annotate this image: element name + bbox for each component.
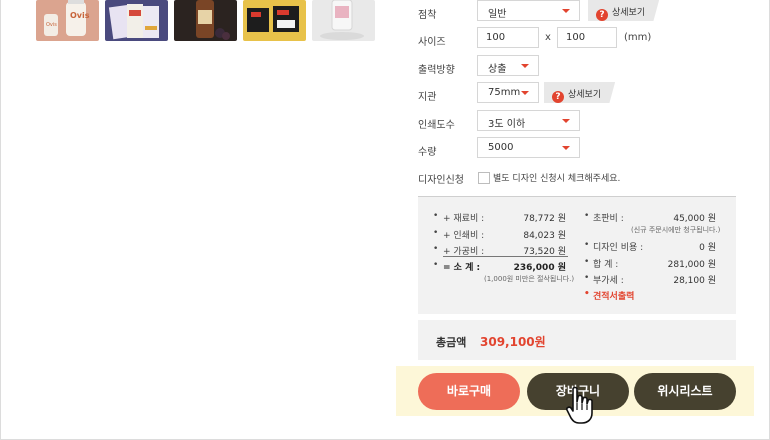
sum-value: 281,000 원 <box>667 260 716 270</box>
bullet: • <box>433 211 439 221</box>
size-x-label: x <box>545 32 551 43</box>
core-value: 75mm <box>488 87 521 98</box>
chevron-down-icon <box>562 146 570 150</box>
quantity-select[interactable]: 5000 <box>477 137 580 158</box>
colors-select[interactable]: 3도 이하 <box>477 110 580 131</box>
colors-label: 인쇄도수 <box>418 120 455 131</box>
thumbnail-4[interactable] <box>243 0 306 41</box>
bullet: • <box>433 228 439 238</box>
direction-label: 출력방향 <box>418 65 455 76</box>
bullet: • <box>584 273 590 283</box>
size-width-input[interactable]: 100 <box>477 27 539 48</box>
quantity-value: 5000 <box>488 142 514 153</box>
print-value: 84,023 원 <box>523 231 566 241</box>
coating-value: 일반 <box>488 9 507 20</box>
subtotal-divider <box>443 256 568 257</box>
bullet: • <box>433 244 439 254</box>
bullet: • <box>584 257 590 267</box>
sum-label: 합 계 : <box>593 260 619 270</box>
plate-note: (신규 주문시에만 청구됩니다.) <box>631 226 721 234</box>
core-detail-label: 상세보기 <box>568 90 602 100</box>
material-value: 78,772 원 <box>523 214 566 224</box>
coating-detail-label: 상세보기 <box>612 8 646 18</box>
bullet: • <box>584 289 590 299</box>
thumbnail-2[interactable] <box>105 0 168 41</box>
chevron-down-icon <box>562 9 570 13</box>
core-detail-button[interactable]: ? 상세보기 <box>544 82 616 103</box>
core-label: 지관 <box>418 92 437 103</box>
vat-label: 부가세 : <box>593 276 624 286</box>
question-icon: ? <box>552 91 564 103</box>
buy-now-button[interactable]: 바로구매 <box>418 373 520 410</box>
direction-select[interactable]: 상출 <box>477 55 539 76</box>
design-checkbox[interactable] <box>478 172 490 184</box>
core-select[interactable]: 75mm <box>477 82 539 103</box>
bullet: • <box>584 240 590 250</box>
size-label: 사이즈 <box>418 37 446 48</box>
direction-value: 상출 <box>488 64 507 75</box>
subtotal-label: = 소 계 : <box>443 263 481 273</box>
total-value: 309,100원 <box>480 335 546 349</box>
size-height-input[interactable]: 100 <box>557 27 617 48</box>
size-unit-label: (mm) <box>624 32 652 43</box>
subtotal-note: (1,000원 미만은 절삭됩니다.) <box>484 275 575 283</box>
plate-value: 45,000 원 <box>673 214 716 224</box>
thumbnail-strip: Ovis Ovis <box>36 0 375 41</box>
bullet: • <box>433 260 439 270</box>
hand-cursor-icon <box>566 386 593 424</box>
design-label: 디자인신청 <box>418 175 464 186</box>
svg-text:Ovis: Ovis <box>46 22 57 28</box>
coating-label: 점착 <box>418 10 437 21</box>
quote-print-link[interactable]: 견적서출력 <box>593 289 634 302</box>
vat-value: 28,100 원 <box>673 276 716 286</box>
thumbnail-3[interactable] <box>174 0 237 41</box>
coating-detail-button[interactable]: ? 상세보기 <box>588 0 660 21</box>
chevron-down-icon <box>562 119 570 123</box>
wishlist-button[interactable]: 위시리스트 <box>634 373 736 410</box>
thumbnail-1[interactable]: Ovis Ovis <box>36 0 99 41</box>
design-hint: 별도 디자인 신청시 체크해주세요. <box>493 174 621 184</box>
chevron-down-icon <box>521 64 529 68</box>
plate-label: 초판비 : <box>593 214 624 224</box>
print-label: + 인쇄비 : <box>443 231 485 241</box>
thumbnail-5[interactable] <box>312 0 375 41</box>
design-fee-value: 0 원 <box>699 243 716 253</box>
total-label: 총금액 <box>436 336 467 349</box>
svg-text:Ovis: Ovis <box>70 11 90 20</box>
quantity-label: 수량 <box>418 147 437 158</box>
design-fee-label: 디자인 비용 : <box>593 243 644 253</box>
subtotal-value: 236,000 원 <box>513 263 566 273</box>
material-label: + 재료비 : <box>443 214 485 224</box>
colors-value: 3도 이하 <box>488 119 526 130</box>
bullet: • <box>584 211 590 221</box>
chevron-down-icon <box>521 91 529 95</box>
coating-select[interactable]: 일반 <box>477 0 580 21</box>
question-icon: ? <box>596 9 608 21</box>
